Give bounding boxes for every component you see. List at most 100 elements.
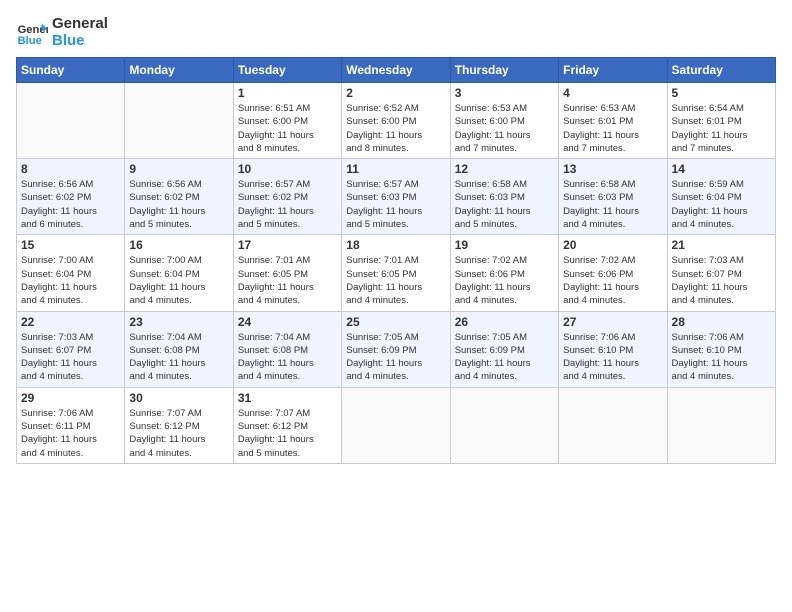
calendar-day-cell: 16 Sunrise: 7:00 AMSunset: 6:04 PMDaylig… <box>125 235 233 311</box>
day-detail: Sunrise: 6:59 AMSunset: 6:04 PMDaylight:… <box>672 178 771 231</box>
day-number: 9 <box>129 162 228 176</box>
day-detail: Sunrise: 6:56 AMSunset: 6:02 PMDaylight:… <box>129 178 228 231</box>
calendar-day-cell: 19 Sunrise: 7:02 AMSunset: 6:06 PMDaylig… <box>450 235 558 311</box>
day-header-friday: Friday <box>559 58 667 83</box>
calendar-day-cell: 20 Sunrise: 7:02 AMSunset: 6:06 PMDaylig… <box>559 235 667 311</box>
day-detail: Sunrise: 6:56 AMSunset: 6:02 PMDaylight:… <box>21 178 120 231</box>
day-detail: Sunrise: 6:58 AMSunset: 6:03 PMDaylight:… <box>563 178 662 231</box>
day-detail: Sunrise: 7:05 AMSunset: 6:09 PMDaylight:… <box>455 331 554 384</box>
calendar-day-cell: 11 Sunrise: 6:57 AMSunset: 6:03 PMDaylig… <box>342 159 450 235</box>
day-number: 14 <box>672 162 771 176</box>
day-detail: Sunrise: 7:01 AMSunset: 6:05 PMDaylight:… <box>238 254 337 307</box>
day-detail: Sunrise: 7:06 AMSunset: 6:10 PMDaylight:… <box>672 331 771 384</box>
day-number: 24 <box>238 315 337 329</box>
day-header-wednesday: Wednesday <box>342 58 450 83</box>
calendar-day-cell: 13 Sunrise: 6:58 AMSunset: 6:03 PMDaylig… <box>559 159 667 235</box>
svg-text:Blue: Blue <box>18 35 42 47</box>
day-detail: Sunrise: 7:02 AMSunset: 6:06 PMDaylight:… <box>455 254 554 307</box>
day-detail: Sunrise: 7:00 AMSunset: 6:04 PMDaylight:… <box>21 254 120 307</box>
day-number: 22 <box>21 315 120 329</box>
calendar-day-cell: 31 Sunrise: 7:07 AMSunset: 6:12 PMDaylig… <box>233 387 341 463</box>
day-number: 27 <box>563 315 662 329</box>
calendar-day-cell <box>559 387 667 463</box>
day-detail: Sunrise: 6:57 AMSunset: 6:02 PMDaylight:… <box>238 178 337 231</box>
day-header-monday: Monday <box>125 58 233 83</box>
day-number: 29 <box>21 391 120 405</box>
calendar-day-cell <box>667 387 775 463</box>
calendar-day-cell: 28 Sunrise: 7:06 AMSunset: 6:10 PMDaylig… <box>667 311 775 387</box>
day-number: 12 <box>455 162 554 176</box>
day-number: 8 <box>21 162 120 176</box>
calendar-day-cell: 17 Sunrise: 7:01 AMSunset: 6:05 PMDaylig… <box>233 235 341 311</box>
calendar-day-cell: 29 Sunrise: 7:06 AMSunset: 6:11 PMDaylig… <box>17 387 125 463</box>
calendar-day-cell <box>125 83 233 159</box>
day-detail: Sunrise: 7:04 AMSunset: 6:08 PMDaylight:… <box>129 331 228 384</box>
day-detail: Sunrise: 7:01 AMSunset: 6:05 PMDaylight:… <box>346 254 445 307</box>
calendar-day-cell: 22 Sunrise: 7:03 AMSunset: 6:07 PMDaylig… <box>17 311 125 387</box>
day-detail: Sunrise: 7:04 AMSunset: 6:08 PMDaylight:… <box>238 331 337 384</box>
calendar-week-row: 22 Sunrise: 7:03 AMSunset: 6:07 PMDaylig… <box>17 311 776 387</box>
day-number: 20 <box>563 238 662 252</box>
day-number: 10 <box>238 162 337 176</box>
calendar-week-row: 8 Sunrise: 6:56 AMSunset: 6:02 PMDayligh… <box>17 159 776 235</box>
day-detail: Sunrise: 7:06 AMSunset: 6:10 PMDaylight:… <box>563 331 662 384</box>
day-detail: Sunrise: 7:00 AMSunset: 6:04 PMDaylight:… <box>129 254 228 307</box>
calendar-day-cell: 8 Sunrise: 6:56 AMSunset: 6:02 PMDayligh… <box>17 159 125 235</box>
day-number: 23 <box>129 315 228 329</box>
day-number: 31 <box>238 391 337 405</box>
day-number: 11 <box>346 162 445 176</box>
calendar-day-cell: 18 Sunrise: 7:01 AMSunset: 6:05 PMDaylig… <box>342 235 450 311</box>
day-detail: Sunrise: 6:57 AMSunset: 6:03 PMDaylight:… <box>346 178 445 231</box>
calendar-day-cell: 15 Sunrise: 7:00 AMSunset: 6:04 PMDaylig… <box>17 235 125 311</box>
calendar-day-cell: 5Sunrise: 6:54 AMSunset: 6:01 PMDaylight… <box>667 83 775 159</box>
day-number: 17 <box>238 238 337 252</box>
calendar-day-cell: 4Sunrise: 6:53 AMSunset: 6:01 PMDaylight… <box>559 83 667 159</box>
calendar-day-cell: 26 Sunrise: 7:05 AMSunset: 6:09 PMDaylig… <box>450 311 558 387</box>
calendar-day-cell <box>450 387 558 463</box>
calendar-day-cell: 24 Sunrise: 7:04 AMSunset: 6:08 PMDaylig… <box>233 311 341 387</box>
calendar-day-cell: 21 Sunrise: 7:03 AMSunset: 6:07 PMDaylig… <box>667 235 775 311</box>
day-number: 21 <box>672 238 771 252</box>
day-number: 26 <box>455 315 554 329</box>
day-number: 28 <box>672 315 771 329</box>
calendar-day-cell: 9 Sunrise: 6:56 AMSunset: 6:02 PMDayligh… <box>125 159 233 235</box>
day-detail: Sunrise: 7:07 AMSunset: 6:12 PMDaylight:… <box>129 407 228 460</box>
calendar-table: SundayMondayTuesdayWednesdayThursdayFrid… <box>16 57 776 464</box>
calendar-day-cell <box>17 83 125 159</box>
calendar-day-cell: 27 Sunrise: 7:06 AMSunset: 6:10 PMDaylig… <box>559 311 667 387</box>
calendar-day-cell: 1Sunrise: 6:51 AMSunset: 6:00 PMDaylight… <box>233 83 341 159</box>
day-detail: Sunrise: 7:06 AMSunset: 6:11 PMDaylight:… <box>21 407 120 460</box>
day-detail: Sunrise: 7:03 AMSunset: 6:07 PMDaylight:… <box>672 254 771 307</box>
day-detail: Sunrise: 7:02 AMSunset: 6:06 PMDaylight:… <box>563 254 662 307</box>
day-header-sunday: Sunday <box>17 58 125 83</box>
page-header: General Blue General Blue <box>16 16 776 49</box>
day-detail: Sunrise: 7:07 AMSunset: 6:12 PMDaylight:… <box>238 407 337 460</box>
day-number: 25 <box>346 315 445 329</box>
calendar-day-cell: 2Sunrise: 6:52 AMSunset: 6:00 PMDaylight… <box>342 83 450 159</box>
day-number: 13 <box>563 162 662 176</box>
day-detail: Sunrise: 6:58 AMSunset: 6:03 PMDaylight:… <box>455 178 554 231</box>
day-header-saturday: Saturday <box>667 58 775 83</box>
day-detail: Sunrise: 7:05 AMSunset: 6:09 PMDaylight:… <box>346 331 445 384</box>
day-number: 16 <box>129 238 228 252</box>
calendar-week-row: 15 Sunrise: 7:00 AMSunset: 6:04 PMDaylig… <box>17 235 776 311</box>
calendar-header-row: SundayMondayTuesdayWednesdayThursdayFrid… <box>17 58 776 83</box>
day-number: 18 <box>346 238 445 252</box>
logo: General Blue General Blue <box>16 16 108 49</box>
calendar-day-cell: 23 Sunrise: 7:04 AMSunset: 6:08 PMDaylig… <box>125 311 233 387</box>
calendar-week-row: 29 Sunrise: 7:06 AMSunset: 6:11 PMDaylig… <box>17 387 776 463</box>
calendar-day-cell: 10 Sunrise: 6:57 AMSunset: 6:02 PMDaylig… <box>233 159 341 235</box>
day-header-thursday: Thursday <box>450 58 558 83</box>
calendar-day-cell <box>342 387 450 463</box>
calendar-day-cell: 12 Sunrise: 6:58 AMSunset: 6:03 PMDaylig… <box>450 159 558 235</box>
day-detail: Sunrise: 7:03 AMSunset: 6:07 PMDaylight:… <box>21 331 120 384</box>
day-number: 15 <box>21 238 120 252</box>
calendar-day-cell: 3Sunrise: 6:53 AMSunset: 6:00 PMDaylight… <box>450 83 558 159</box>
day-header-tuesday: Tuesday <box>233 58 341 83</box>
calendar-day-cell: 14 Sunrise: 6:59 AMSunset: 6:04 PMDaylig… <box>667 159 775 235</box>
calendar-day-cell: 25 Sunrise: 7:05 AMSunset: 6:09 PMDaylig… <box>342 311 450 387</box>
logo-icon: General Blue <box>16 17 48 49</box>
day-number: 19 <box>455 238 554 252</box>
calendar-day-cell: 30 Sunrise: 7:07 AMSunset: 6:12 PMDaylig… <box>125 387 233 463</box>
calendar-week-row: 1Sunrise: 6:51 AMSunset: 6:00 PMDaylight… <box>17 83 776 159</box>
